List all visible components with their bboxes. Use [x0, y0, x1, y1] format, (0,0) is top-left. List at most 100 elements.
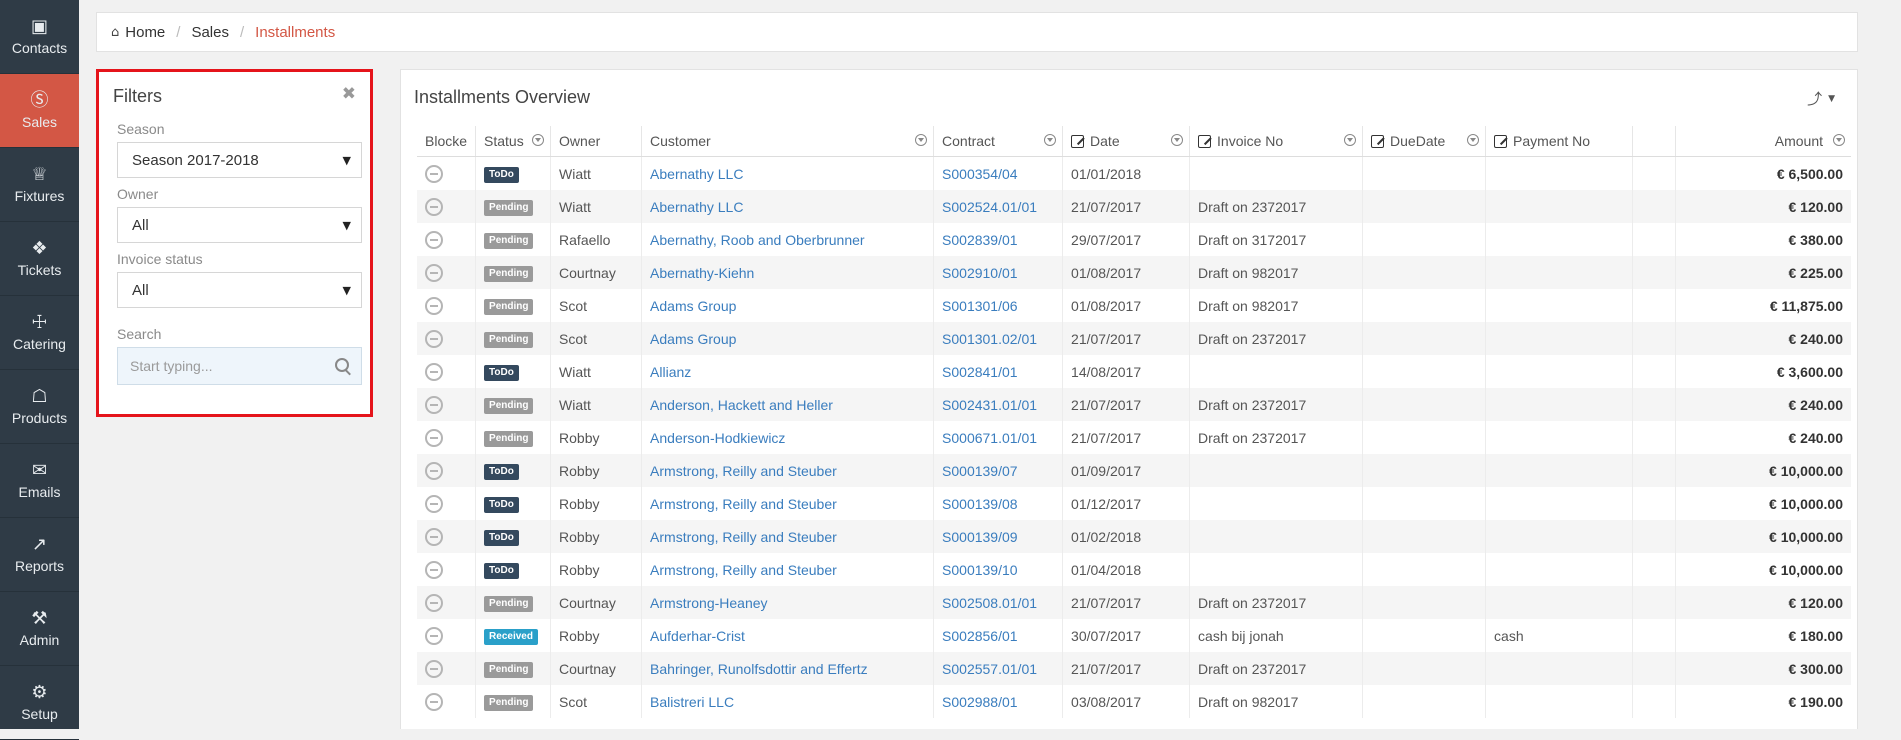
cell-date[interactable]: 29/07/2017 — [1062, 223, 1191, 256]
cell-payment-no[interactable] — [1485, 256, 1634, 289]
col-contract[interactable]: Contract — [933, 126, 1064, 157]
cell-date[interactable]: 01/01/2018 — [1062, 156, 1191, 190]
table-row[interactable]: Received Robby Aufderhar-Crist S002856/01 30… — [417, 619, 1851, 652]
customer-link[interactable]: Abernathy LLC — [650, 199, 743, 215]
cell-date[interactable]: 21/07/2017 — [1062, 586, 1191, 619]
cell-due-date[interactable] — [1362, 586, 1487, 619]
block-icon[interactable] — [425, 296, 443, 315]
cell-date[interactable]: 01/12/2017 — [1062, 487, 1191, 520]
cell-payment-no[interactable] — [1485, 487, 1634, 520]
table-row[interactable]: Pending Courtnay Bahringer, Runolfsdottir … — [417, 652, 1851, 685]
cell-invoice-no[interactable]: Draft on 3172017 — [1189, 223, 1364, 256]
contract-link[interactable]: S002856/01 — [942, 628, 1018, 644]
cell-due-date[interactable] — [1362, 652, 1487, 685]
cell-due-date[interactable] — [1362, 487, 1487, 520]
cell-payment-no[interactable] — [1485, 454, 1634, 487]
cell-date[interactable]: 30/07/2017 — [1062, 619, 1191, 652]
cell-date[interactable]: 01/08/2017 — [1062, 289, 1191, 322]
table-row[interactable]: ToDo Wiatt Abernathy LLC S000354/04 01/01/20… — [417, 156, 1851, 190]
table-row[interactable]: ToDo Robby Armstrong, Reilly and Steuber S0… — [417, 487, 1851, 520]
cell-date[interactable]: 14/08/2017 — [1062, 355, 1191, 388]
cell-date[interactable]: 21/07/2017 — [1062, 388, 1191, 421]
block-icon[interactable] — [425, 395, 443, 414]
contract-link[interactable]: S002839/01 — [942, 232, 1018, 248]
cell-payment-no[interactable] — [1485, 685, 1634, 718]
table-row[interactable]: Pending Courtnay Abernathy-Kiehn S002910/01… — [417, 256, 1851, 289]
sidebar-item-fixtures[interactable]: ♕ Fixtures — [0, 148, 79, 222]
contract-link[interactable]: S002910/01 — [942, 265, 1018, 281]
customer-link[interactable]: Armstrong, Reilly and Steuber — [650, 529, 837, 545]
table-row[interactable]: ToDo Robby Armstrong, Reilly and Steuber S0… — [417, 454, 1851, 487]
col-owner[interactable]: Owner — [550, 126, 643, 157]
cell-payment-no[interactable] — [1485, 586, 1634, 619]
block-icon[interactable] — [425, 626, 443, 645]
cell-invoice-no[interactable]: Draft on 2372017 — [1189, 652, 1364, 685]
contract-link[interactable]: S002508.01/01 — [942, 595, 1037, 611]
filter-icon[interactable] — [1467, 134, 1480, 146]
cell-due-date[interactable] — [1362, 355, 1487, 388]
cell-due-date[interactable] — [1362, 322, 1487, 355]
cell-date[interactable]: 21/07/2017 — [1062, 190, 1191, 223]
customer-link[interactable]: Adams Group — [650, 331, 736, 347]
contract-link[interactable]: S002841/01 — [942, 364, 1018, 380]
cell-invoice-no[interactable] — [1189, 520, 1364, 553]
season-select[interactable]: Season 2017-2018 ▼ — [117, 142, 362, 178]
contract-link[interactable]: S000354/04 — [942, 166, 1018, 182]
cell-due-date[interactable] — [1362, 289, 1487, 322]
cell-payment-no[interactable] — [1485, 322, 1634, 355]
block-icon[interactable] — [425, 230, 443, 249]
block-icon[interactable] — [425, 461, 443, 480]
cell-invoice-no[interactable] — [1189, 487, 1364, 520]
home-icon[interactable]: ⌂ — [111, 25, 119, 40]
block-icon[interactable] — [425, 527, 443, 546]
filter-icon[interactable] — [1044, 134, 1057, 146]
customer-link[interactable]: Armstrong, Reilly and Steuber — [650, 496, 837, 512]
cell-due-date[interactable] — [1362, 190, 1487, 223]
cell-invoice-no[interactable]: Draft on 2372017 — [1189, 586, 1364, 619]
cell-payment-no[interactable]: cash — [1485, 619, 1634, 652]
block-icon[interactable] — [425, 494, 443, 513]
cell-due-date[interactable] — [1362, 553, 1487, 586]
cell-date[interactable]: 01/02/2018 — [1062, 520, 1191, 553]
cell-payment-no[interactable] — [1485, 421, 1634, 454]
cell-date[interactable]: 21/07/2017 — [1062, 421, 1191, 454]
cell-invoice-no[interactable]: Draft on 2372017 — [1189, 388, 1364, 421]
cell-invoice-no[interactable]: Draft on 982017 — [1189, 289, 1364, 322]
cell-date[interactable]: 03/08/2017 — [1062, 685, 1191, 718]
search-input[interactable] — [128, 357, 322, 375]
block-icon[interactable] — [425, 263, 443, 282]
filter-icon[interactable] — [1171, 134, 1184, 146]
cell-due-date[interactable] — [1362, 520, 1487, 553]
customer-link[interactable]: Abernathy LLC — [650, 166, 743, 182]
block-icon[interactable] — [425, 197, 443, 216]
cell-date[interactable]: 21/07/2017 — [1062, 652, 1191, 685]
col-amount[interactable]: Amount — [1675, 126, 1851, 157]
cell-payment-no[interactable] — [1485, 652, 1634, 685]
table-row[interactable]: Pending Courtnay Armstrong-Heaney S002508.0… — [417, 586, 1851, 619]
cell-invoice-no[interactable] — [1189, 553, 1364, 586]
table-row[interactable]: ToDo Robby Armstrong, Reilly and Steuber S0… — [417, 520, 1851, 553]
contract-link[interactable]: S002988/01 — [942, 694, 1018, 710]
cell-payment-no[interactable] — [1485, 190, 1634, 223]
sidebar-item-catering[interactable]: ☩ Catering — [0, 296, 79, 370]
cell-date[interactable]: 01/04/2018 — [1062, 553, 1191, 586]
col-invoice-no[interactable]: Invoice No — [1189, 126, 1364, 157]
export-button[interactable]: ⤴ ▼ — [1807, 88, 1835, 109]
cell-due-date[interactable] — [1362, 223, 1487, 256]
cell-payment-no[interactable] — [1485, 520, 1634, 553]
contract-link[interactable]: S000671.01/01 — [942, 430, 1037, 446]
table-row[interactable]: Pending Scot Adams Group S001301.02/01 21/07… — [417, 322, 1851, 355]
table-row[interactable]: Pending Wiatt Anderson, Hackett and Heller… — [417, 388, 1851, 421]
col-status[interactable]: Status — [475, 126, 552, 157]
cell-due-date[interactable] — [1362, 388, 1487, 421]
customer-link[interactable]: Balistreri LLC — [650, 694, 734, 710]
contract-link[interactable]: S002524.01/01 — [942, 199, 1037, 215]
cell-due-date[interactable] — [1362, 156, 1487, 190]
cell-invoice-no[interactable]: Draft on 2372017 — [1189, 421, 1364, 454]
filter-icon[interactable] — [532, 134, 545, 146]
sidebar-item-reports[interactable]: ↗ Reports — [0, 518, 79, 592]
block-icon[interactable] — [425, 329, 443, 348]
block-icon[interactable] — [425, 560, 443, 579]
breadcrumb-home[interactable]: Home — [125, 24, 165, 41]
sidebar-item-sales[interactable]: Ⓢ Sales — [0, 74, 79, 148]
